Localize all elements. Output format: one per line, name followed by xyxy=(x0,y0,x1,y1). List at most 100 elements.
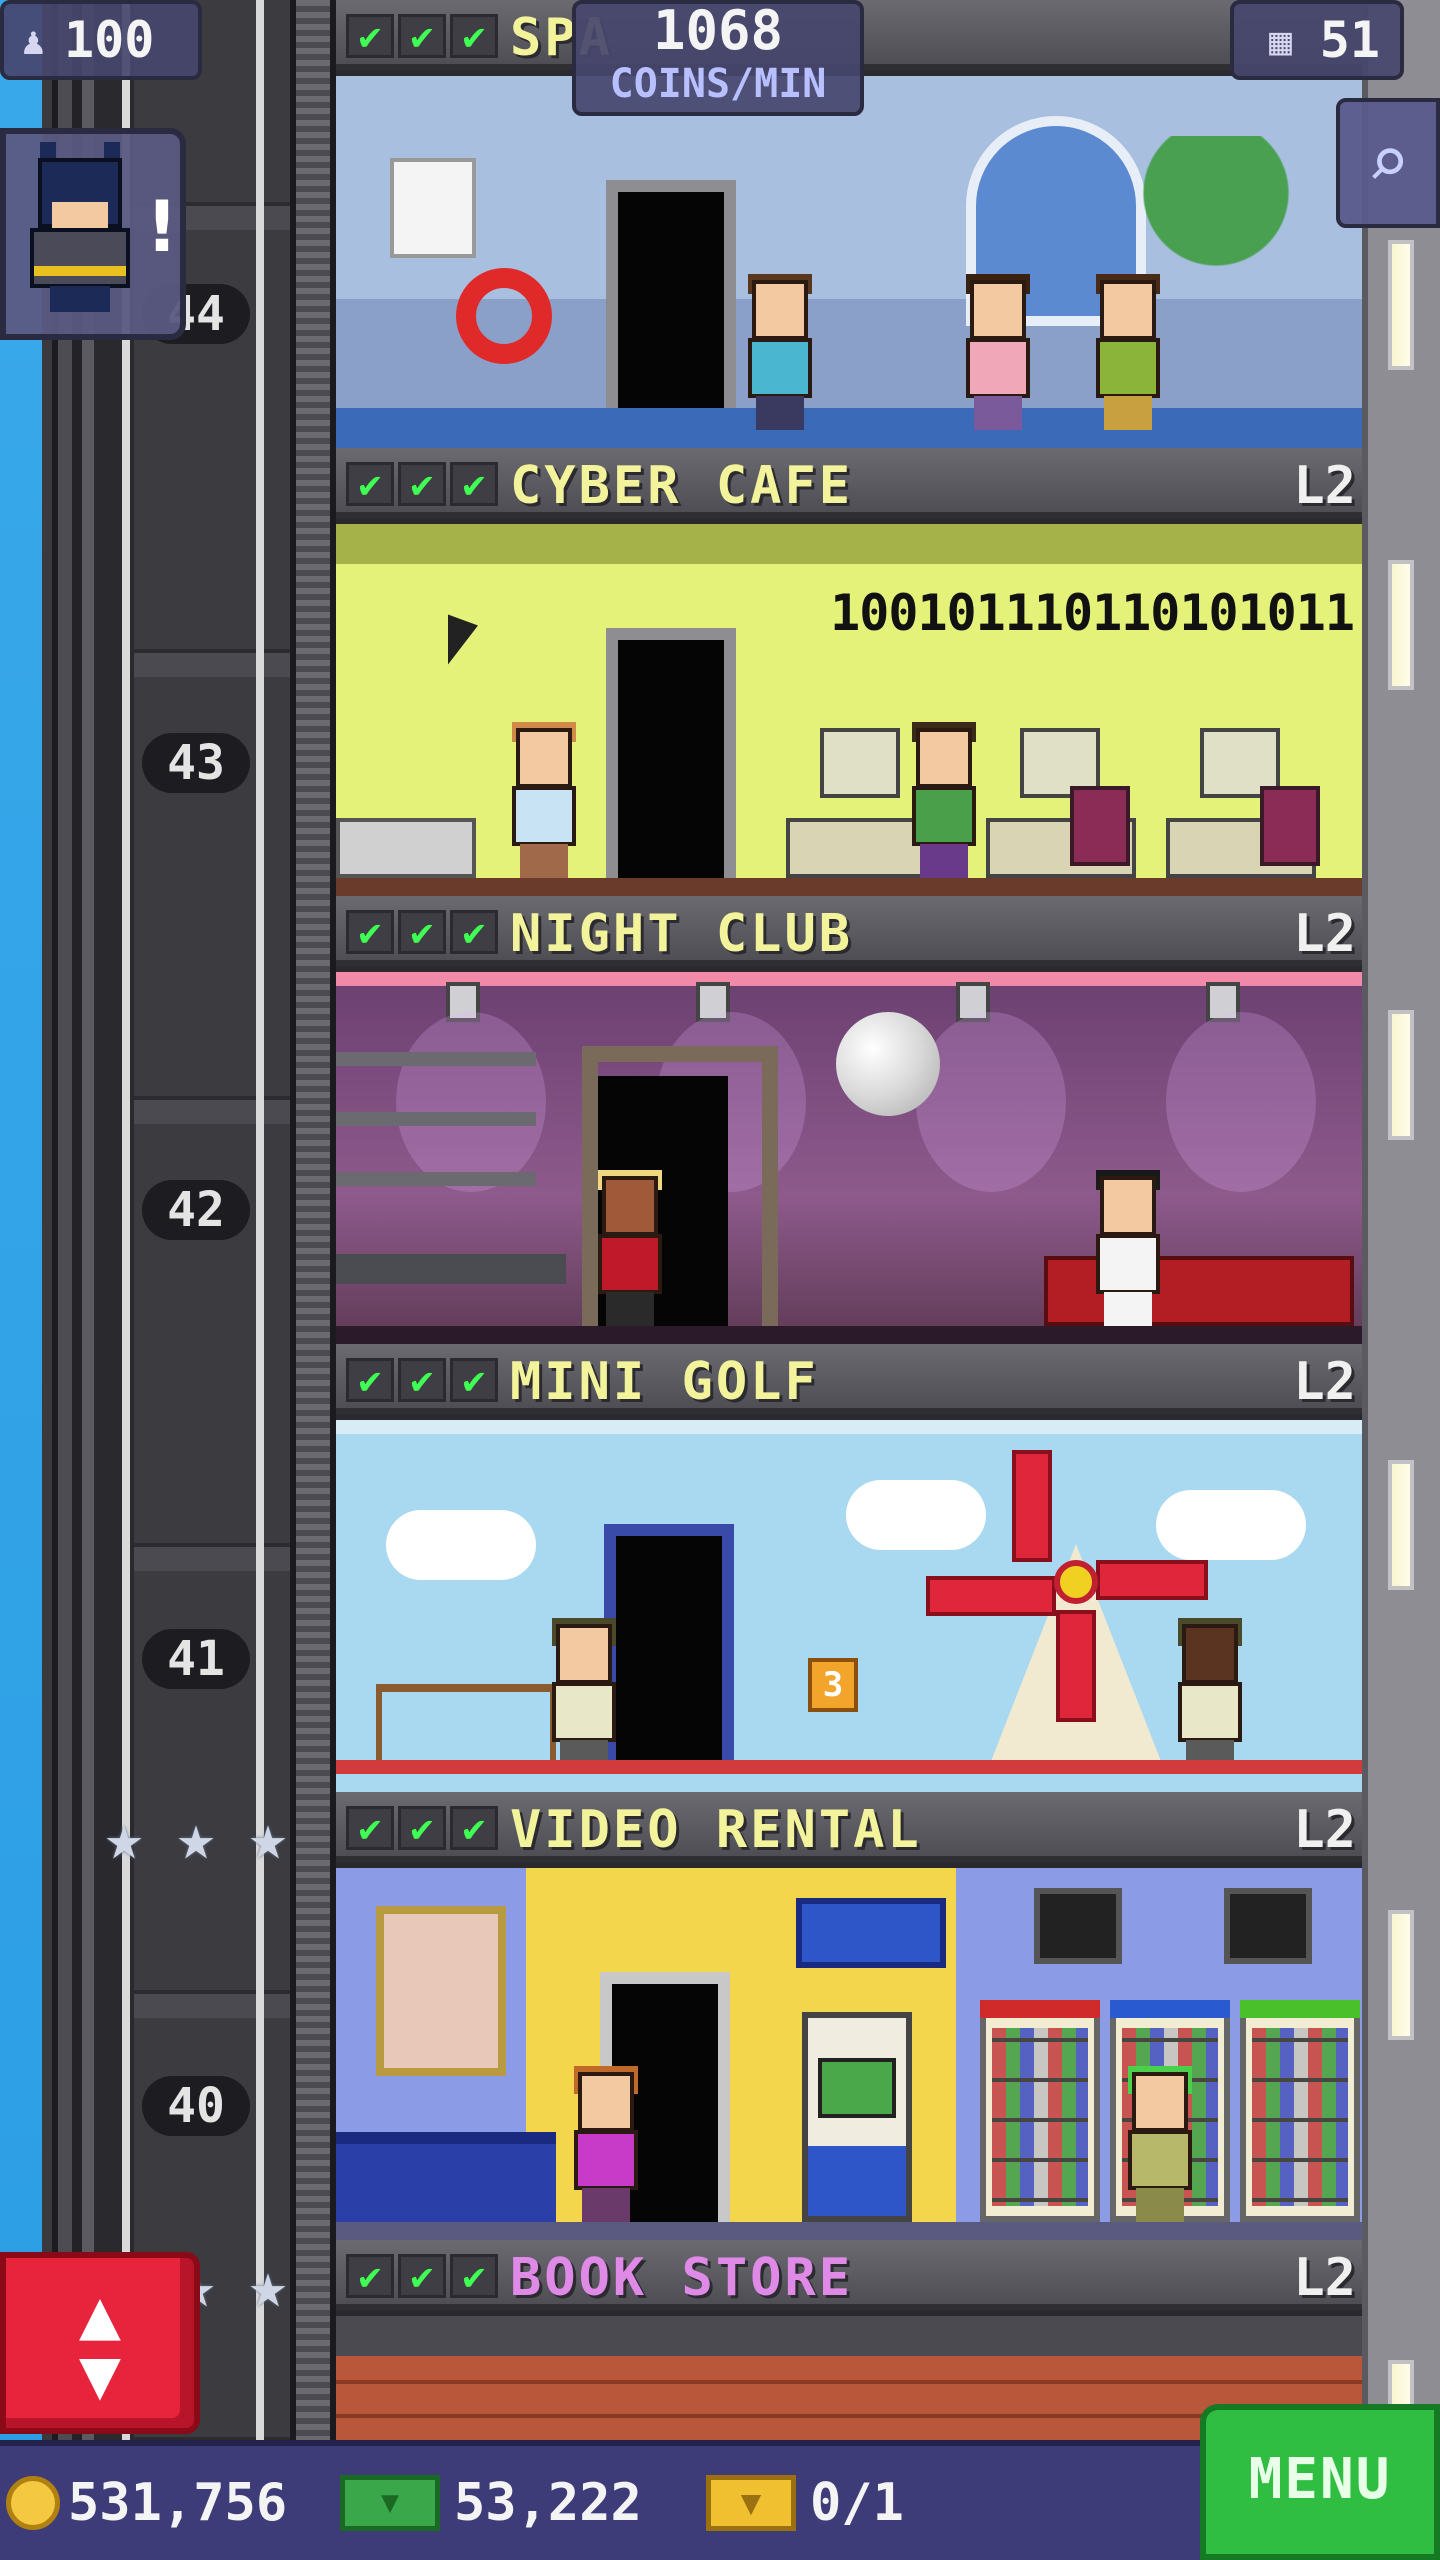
alert-mark: ! xyxy=(146,186,178,268)
bitizen[interactable] xyxy=(590,1170,670,1326)
bar-shelf xyxy=(336,1172,536,1186)
floor-checks: ✔ ✔ ✔ xyxy=(346,1358,498,1402)
check-icon: ✔ xyxy=(450,910,498,954)
window-light xyxy=(1388,240,1414,370)
bitizen-alert-button[interactable]: ! xyxy=(0,128,186,340)
room-interior[interactable]: 3 xyxy=(336,1420,1362,1792)
check-icon: ✔ xyxy=(450,462,498,506)
floor-header: ✔ ✔ ✔ NIGHT CLUB L2 xyxy=(336,896,1362,966)
floor-level: L2 xyxy=(1293,456,1356,516)
floor-number-42: 42 xyxy=(142,1180,250,1240)
search-button[interactable]: ⌕ xyxy=(1336,98,1440,228)
video-shelf xyxy=(1240,2000,1360,2222)
elevator-cable xyxy=(122,0,130,2440)
sky xyxy=(0,0,42,2440)
person-icon: ♟ xyxy=(22,19,45,63)
windmill-blade xyxy=(1056,1610,1096,1722)
check-icon: ✔ xyxy=(346,910,394,954)
check-icon: ✔ xyxy=(398,1358,446,1402)
coins-per-min-value: 1068 xyxy=(652,0,784,62)
star-icon: ★ xyxy=(248,1801,288,1875)
check-icon: ✔ xyxy=(398,2254,446,2298)
floor-checks: ✔ ✔ ✔ xyxy=(346,14,498,58)
chair xyxy=(1070,786,1130,866)
window-light xyxy=(1388,1010,1414,1140)
windmill-blade xyxy=(1096,1560,1208,1600)
cafe-counter xyxy=(336,818,476,878)
bux-value: 53,222 xyxy=(454,2473,642,2533)
floor-header: ✔ ✔ ✔ MINI GOLF L2 xyxy=(336,1344,1362,1414)
floor-mini-golf[interactable]: ✔ ✔ ✔ MINI GOLF L2 3 xyxy=(336,1344,1362,1792)
bitizen[interactable] xyxy=(1170,1618,1250,1774)
bitizen[interactable] xyxy=(504,722,584,878)
shaft-wall xyxy=(42,0,134,2440)
light-glow xyxy=(916,1012,1066,1192)
check-icon: ✔ xyxy=(450,1806,498,1850)
pool-water xyxy=(336,408,1362,448)
population-counter[interactable]: ♟ 100 xyxy=(0,0,202,80)
video-shelf xyxy=(980,2000,1100,2222)
tickets-value: 0/1 xyxy=(810,2473,904,2533)
rental-counter xyxy=(336,2132,556,2222)
check-icon: ✔ xyxy=(346,1806,394,1850)
bitizen[interactable] xyxy=(904,722,984,878)
bitizen[interactable] xyxy=(566,2066,646,2222)
star-icon: ★ xyxy=(176,1801,216,1875)
check-icon: ✔ xyxy=(450,2254,498,2298)
tickets-balance[interactable]: ▼ 0/1 xyxy=(706,2468,904,2538)
building-icon: ▦ xyxy=(1269,19,1292,63)
cloud-icon xyxy=(386,1510,536,1580)
menu-button[interactable]: MENU xyxy=(1200,2404,1440,2560)
coins-per-min: 1068 COINS/MIN xyxy=(572,0,864,116)
coin-icon xyxy=(6,2476,60,2530)
bitizen[interactable] xyxy=(1088,1170,1168,1326)
shaft-rail xyxy=(290,0,336,2440)
movie-poster xyxy=(376,1906,506,2076)
life-ring-icon xyxy=(456,268,552,364)
hole-number-sign: 3 xyxy=(808,1658,858,1712)
bitizen[interactable] xyxy=(1088,274,1168,430)
floor-cyber-cafe[interactable]: ✔ ✔ ✔ CYBER CAFE L2 100101110110101011 xyxy=(336,448,1362,896)
floor-counter[interactable]: ▦ 51 xyxy=(1230,0,1404,80)
floor-count-value: 51 xyxy=(1319,11,1380,69)
ceiling xyxy=(336,1420,1362,1434)
floor-header: ✔ ✔ ✔ CYBER CAFE L2 xyxy=(336,448,1362,518)
check-icon: ✔ xyxy=(450,1358,498,1402)
floor-level: L2 xyxy=(1293,904,1356,964)
room-interior[interactable] xyxy=(336,76,1362,448)
tv-icon xyxy=(1034,1888,1122,1964)
up-down-arrows-icon: ▲ ▼ xyxy=(78,2273,122,2415)
floor-number-43: 43 xyxy=(142,733,250,793)
bitizen[interactable] xyxy=(740,274,820,430)
room-interior[interactable] xyxy=(336,972,1362,1344)
floor-checks: ✔ ✔ ✔ xyxy=(346,462,498,506)
check-icon: ✔ xyxy=(346,462,394,506)
coins-balance[interactable]: 531,756 xyxy=(6,2468,287,2538)
room-door xyxy=(606,628,736,878)
floor-number-41: 41 xyxy=(142,1629,250,1689)
room-interior[interactable] xyxy=(336,1868,1362,2240)
bux-icon: ▼ xyxy=(340,2475,440,2531)
elevator-button[interactable]: ▲ ▼ xyxy=(0,2252,200,2434)
floor-name: CYBER CAFE xyxy=(510,456,854,516)
room-interior[interactable]: 100101110110101011 xyxy=(336,524,1362,896)
bar-shelf xyxy=(336,1052,536,1066)
check-icon: ✔ xyxy=(346,1358,394,1402)
bux-balance[interactable]: ▼ 53,222 xyxy=(340,2468,642,2538)
magnifier-icon: ⌕ xyxy=(1366,120,1410,204)
floor-level: L2 xyxy=(1293,1352,1356,1412)
ceiling xyxy=(336,2316,1362,2356)
floor-level: L2 xyxy=(1293,2248,1356,2308)
floor-checks: ✔ ✔ ✔ xyxy=(346,910,498,954)
light-glow xyxy=(1166,1012,1316,1192)
floor-video-rental[interactable]: ✔ ✔ ✔ VIDEO RENTAL L2 xyxy=(336,1792,1362,2240)
floor-level: L2 xyxy=(1293,1800,1356,1860)
windmill-blade xyxy=(1012,1450,1052,1562)
bitizen[interactable] xyxy=(958,274,1038,430)
bitizen[interactable] xyxy=(544,1618,624,1774)
game-screen: 44 43 42 41 40 ★ ★ ★ ★ ★ ★ ✔ ✔ ✔ SPA xyxy=(0,0,1440,2560)
bitizen[interactable] xyxy=(1120,2066,1200,2222)
floor-night-club[interactable]: ✔ ✔ ✔ NIGHT CLUB L2 xyxy=(336,896,1362,1344)
star-icon: ★ xyxy=(248,2249,288,2323)
disco-ball-icon xyxy=(836,1012,940,1116)
